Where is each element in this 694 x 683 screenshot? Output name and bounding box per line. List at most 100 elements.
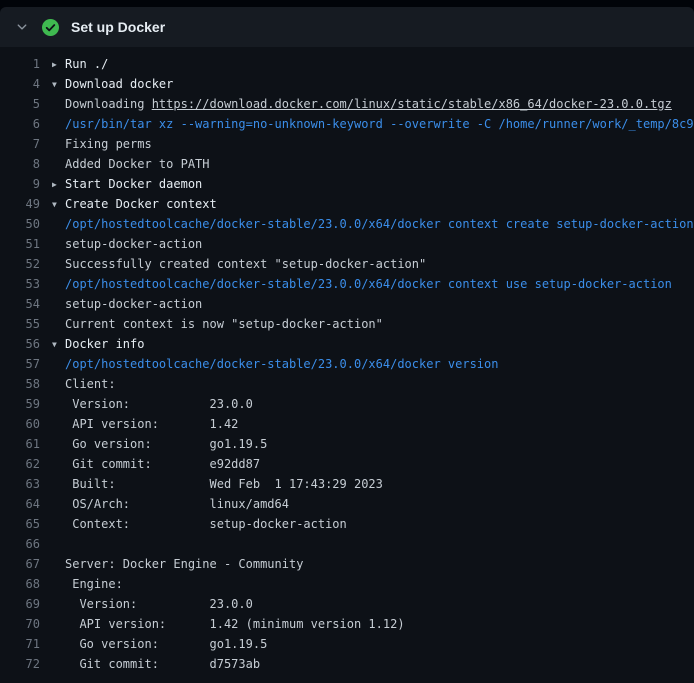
- log-line: 51setup-docker-action: [0, 234, 694, 254]
- log-line: 71 Go version: go1.19.5: [0, 634, 694, 654]
- log-line: 69 Version: 23.0.0: [0, 594, 694, 614]
- log-line: 5Downloading https://download.docker.com…: [0, 94, 694, 114]
- line-content: Client:: [52, 374, 694, 394]
- line-number[interactable]: 4: [0, 74, 52, 94]
- line-content: Git commit: d7573ab: [52, 654, 694, 674]
- line-content: Server: Docker Engine - Community: [52, 554, 694, 574]
- line-content: Context: setup-docker-action: [52, 514, 694, 534]
- line-number[interactable]: 72: [0, 654, 52, 674]
- log-line: 67Server: Docker Engine - Community: [0, 554, 694, 574]
- log-line: 60 API version: 1.42: [0, 414, 694, 434]
- line-number[interactable]: 63: [0, 474, 52, 494]
- log-line: 64 OS/Arch: linux/amd64: [0, 494, 694, 514]
- log-group-toggle[interactable]: ▶Run ./: [52, 54, 694, 74]
- triangle-right-icon[interactable]: ▶: [52, 55, 65, 74]
- triangle-down-icon[interactable]: ▼: [52, 195, 65, 214]
- log-line: 55Current context is now "setup-docker-a…: [0, 314, 694, 334]
- line-number[interactable]: 68: [0, 574, 52, 594]
- line-content: Version: 23.0.0: [52, 594, 694, 614]
- log-group-toggle[interactable]: ▼Download docker: [52, 74, 694, 94]
- line-content: API version: 1.42 (minimum version 1.12): [52, 614, 694, 634]
- log-line[interactable]: 56▼Docker info: [0, 334, 694, 354]
- log-group-toggle[interactable]: ▶Start Docker daemon: [52, 174, 694, 194]
- line-number[interactable]: 65: [0, 514, 52, 534]
- line-number[interactable]: 51: [0, 234, 52, 254]
- line-number[interactable]: 1: [0, 54, 52, 74]
- log-line: 52Successfully created context "setup-do…: [0, 254, 694, 274]
- log-url-link[interactable]: https://download.docker.com/linux/static…: [152, 97, 672, 111]
- line-content: Added Docker to PATH: [52, 154, 694, 174]
- step-panel: Set up Docker 1▶Run ./4▼Download docker5…: [0, 7, 694, 683]
- log-line: 59 Version: 23.0.0: [0, 394, 694, 414]
- line-number[interactable]: 8: [0, 154, 52, 174]
- line-content: Downloading https://download.docker.com/…: [52, 94, 694, 114]
- line-content: Engine:: [52, 574, 694, 594]
- line-number[interactable]: 6: [0, 114, 52, 134]
- line-number[interactable]: 56: [0, 334, 52, 354]
- line-number[interactable]: 61: [0, 434, 52, 454]
- line-number[interactable]: 69: [0, 594, 52, 614]
- line-number[interactable]: 55: [0, 314, 52, 334]
- line-content: /usr/bin/tar xz --warning=no-unknown-key…: [52, 114, 694, 134]
- line-number[interactable]: 52: [0, 254, 52, 274]
- line-number[interactable]: 59: [0, 394, 52, 414]
- step-title: Set up Docker: [71, 19, 165, 35]
- log-line[interactable]: 9▶Start Docker daemon: [0, 174, 694, 194]
- line-number[interactable]: 58: [0, 374, 52, 394]
- line-content: Current context is now "setup-docker-act…: [52, 314, 694, 334]
- log-group-toggle[interactable]: ▼Create Docker context: [52, 194, 694, 214]
- line-number[interactable]: 60: [0, 414, 52, 434]
- line-content: setup-docker-action: [52, 234, 694, 254]
- success-check-icon: [42, 19, 59, 36]
- log-line: 6/usr/bin/tar xz --warning=no-unknown-ke…: [0, 114, 694, 134]
- line-number[interactable]: 62: [0, 454, 52, 474]
- log-container: 1▶Run ./4▼Download docker5Downloading ht…: [0, 47, 694, 683]
- line-content: [52, 534, 694, 554]
- log-line: 70 API version: 1.42 (minimum version 1.…: [0, 614, 694, 634]
- line-content: /opt/hostedtoolcache/docker-stable/23.0.…: [52, 214, 694, 234]
- line-content: Go version: go1.19.5: [52, 634, 694, 654]
- line-content: Built: Wed Feb 1 17:43:29 2023: [52, 474, 694, 494]
- line-content: /opt/hostedtoolcache/docker-stable/23.0.…: [52, 274, 694, 294]
- line-content: Version: 23.0.0: [52, 394, 694, 414]
- line-number[interactable]: 67: [0, 554, 52, 574]
- chevron-down-icon[interactable]: [14, 21, 30, 33]
- triangle-right-icon[interactable]: ▶: [52, 175, 65, 194]
- step-header[interactable]: Set up Docker: [0, 7, 694, 47]
- line-number[interactable]: 7: [0, 134, 52, 154]
- triangle-down-icon[interactable]: ▼: [52, 75, 65, 94]
- log-line: 58Client:: [0, 374, 694, 394]
- line-number[interactable]: 64: [0, 494, 52, 514]
- line-content: setup-docker-action: [52, 294, 694, 314]
- log-line: 62 Git commit: e92dd87: [0, 454, 694, 474]
- line-content: Go version: go1.19.5: [52, 434, 694, 454]
- line-number[interactable]: 49: [0, 194, 52, 214]
- log-line[interactable]: 1▶Run ./: [0, 54, 694, 74]
- log-line: 53/opt/hostedtoolcache/docker-stable/23.…: [0, 274, 694, 294]
- triangle-down-icon[interactable]: ▼: [52, 335, 65, 354]
- log-group-toggle[interactable]: ▼Docker info: [52, 334, 694, 354]
- log-line[interactable]: 49▼Create Docker context: [0, 194, 694, 214]
- line-number[interactable]: 50: [0, 214, 52, 234]
- log-line: 8Added Docker to PATH: [0, 154, 694, 174]
- line-content: Git commit: e92dd87: [52, 454, 694, 474]
- log-line: 54setup-docker-action: [0, 294, 694, 314]
- line-content: Successfully created context "setup-dock…: [52, 254, 694, 274]
- line-number[interactable]: 54: [0, 294, 52, 314]
- line-number[interactable]: 57: [0, 354, 52, 374]
- line-number[interactable]: 71: [0, 634, 52, 654]
- line-number[interactable]: 5: [0, 94, 52, 114]
- line-content: API version: 1.42: [52, 414, 694, 434]
- line-content: Fixing perms: [52, 134, 694, 154]
- line-number[interactable]: 9: [0, 174, 52, 194]
- log-line: 72 Git commit: d7573ab: [0, 654, 694, 674]
- line-number[interactable]: 66: [0, 534, 52, 554]
- line-number[interactable]: 70: [0, 614, 52, 634]
- log-line: 61 Go version: go1.19.5: [0, 434, 694, 454]
- line-content: OS/Arch: linux/amd64: [52, 494, 694, 514]
- log-line: 68 Engine:: [0, 574, 694, 594]
- log-line: 65 Context: setup-docker-action: [0, 514, 694, 534]
- log-line[interactable]: 4▼Download docker: [0, 74, 694, 94]
- line-content: /opt/hostedtoolcache/docker-stable/23.0.…: [52, 354, 694, 374]
- line-number[interactable]: 53: [0, 274, 52, 294]
